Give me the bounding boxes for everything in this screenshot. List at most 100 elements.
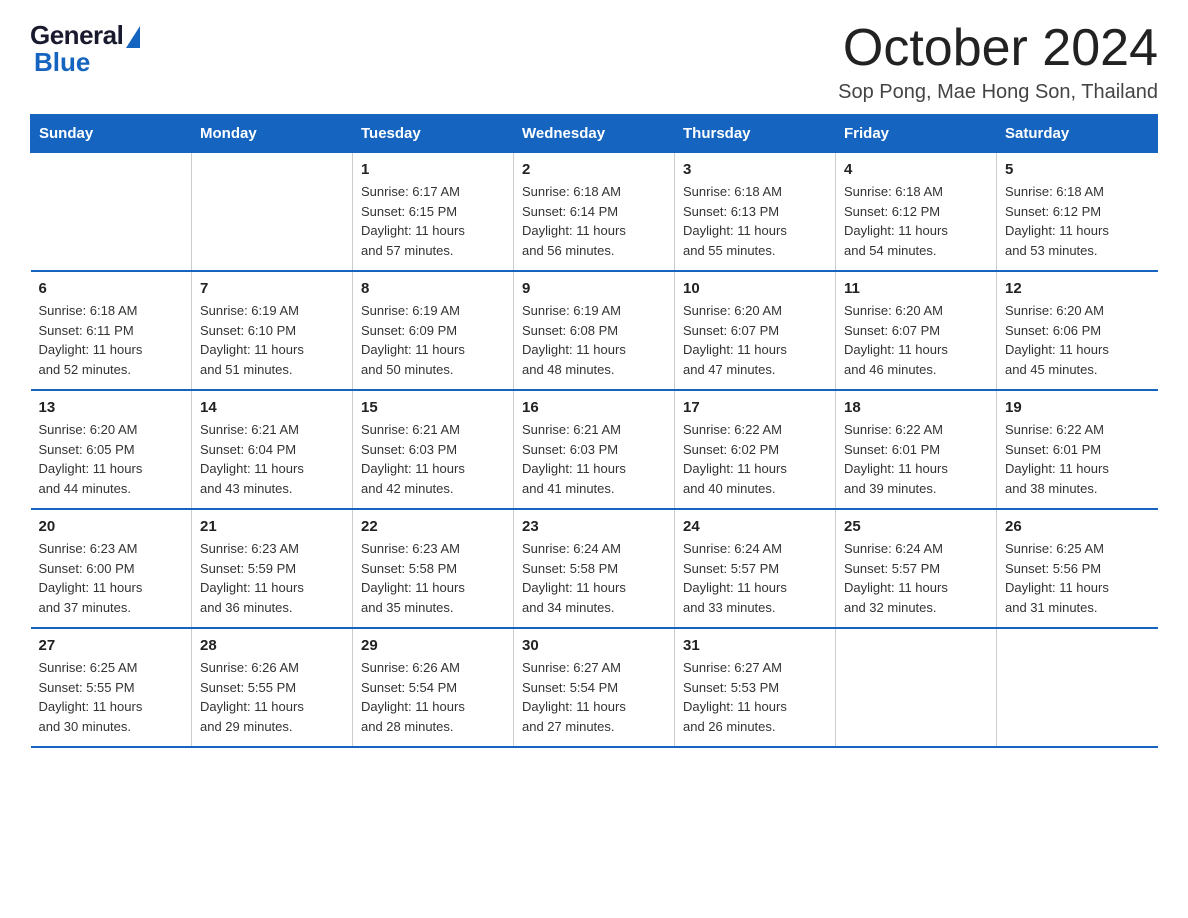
day-detail: Sunrise: 6:18 AM Sunset: 6:12 PM Dayligh… [1005,182,1150,260]
calendar-cell [192,153,353,272]
day-detail: Sunrise: 6:18 AM Sunset: 6:14 PM Dayligh… [522,182,666,260]
day-number: 23 [522,518,666,535]
month-title: October 2024 [838,20,1158,77]
calendar-table: SundayMondayTuesdayWednesdayThursdayFrid… [30,114,1158,748]
weekday-header-friday: Friday [836,115,997,153]
day-detail: Sunrise: 6:19 AM Sunset: 6:10 PM Dayligh… [200,301,344,379]
logo-blue-text: Blue [34,47,90,78]
day-number: 19 [1005,399,1150,416]
day-number: 2 [522,161,666,178]
day-detail: Sunrise: 6:25 AM Sunset: 5:56 PM Dayligh… [1005,539,1150,617]
weekday-header-sunday: Sunday [31,115,192,153]
week-row-2: 6 Sunrise: 6:18 AM Sunset: 6:11 PM Daylig… [31,271,1158,390]
day-number: 29 [361,637,505,654]
day-detail: Sunrise: 6:19 AM Sunset: 6:09 PM Dayligh… [361,301,505,379]
day-number: 31 [683,637,827,654]
day-detail: Sunrise: 6:22 AM Sunset: 6:02 PM Dayligh… [683,420,827,498]
calendar-cell: 3 Sunrise: 6:18 AM Sunset: 6:13 PM Daylig… [675,153,836,272]
calendar-cell: 8 Sunrise: 6:19 AM Sunset: 6:09 PM Daylig… [353,271,514,390]
day-detail: Sunrise: 6:24 AM Sunset: 5:58 PM Dayligh… [522,539,666,617]
day-number: 6 [39,280,184,297]
calendar-cell: 2 Sunrise: 6:18 AM Sunset: 6:14 PM Daylig… [514,153,675,272]
day-detail: Sunrise: 6:27 AM Sunset: 5:54 PM Dayligh… [522,658,666,736]
calendar-cell: 30 Sunrise: 6:27 AM Sunset: 5:54 PM Dayli… [514,628,675,747]
day-number: 21 [200,518,344,535]
weekday-header-row: SundayMondayTuesdayWednesdayThursdayFrid… [31,115,1158,153]
day-detail: Sunrise: 6:24 AM Sunset: 5:57 PM Dayligh… [844,539,988,617]
day-detail: Sunrise: 6:17 AM Sunset: 6:15 PM Dayligh… [361,182,505,260]
day-detail: Sunrise: 6:21 AM Sunset: 6:04 PM Dayligh… [200,420,344,498]
day-detail: Sunrise: 6:23 AM Sunset: 6:00 PM Dayligh… [39,539,184,617]
day-number: 16 [522,399,666,416]
day-number: 28 [200,637,344,654]
day-detail: Sunrise: 6:20 AM Sunset: 6:05 PM Dayligh… [39,420,184,498]
calendar-cell: 12 Sunrise: 6:20 AM Sunset: 6:06 PM Dayli… [997,271,1158,390]
day-detail: Sunrise: 6:20 AM Sunset: 6:07 PM Dayligh… [683,301,827,379]
calendar-cell: 17Sunrise: 6:22 AM Sunset: 6:02 PM Dayli… [675,390,836,509]
day-number: 24 [683,518,827,535]
day-number: 13 [39,399,184,416]
day-number: 9 [522,280,666,297]
day-detail: Sunrise: 6:22 AM Sunset: 6:01 PM Dayligh… [844,420,988,498]
calendar-cell: 15 Sunrise: 6:21 AM Sunset: 6:03 PM Dayli… [353,390,514,509]
week-row-5: 27 Sunrise: 6:25 AM Sunset: 5:55 PM Dayli… [31,628,1158,747]
day-number: 7 [200,280,344,297]
calendar-cell: 25Sunrise: 6:24 AM Sunset: 5:57 PM Dayli… [836,509,997,628]
calendar-cell: 13 Sunrise: 6:20 AM Sunset: 6:05 PM Dayli… [31,390,192,509]
day-number: 27 [39,637,184,654]
day-detail: Sunrise: 6:26 AM Sunset: 5:55 PM Dayligh… [200,658,344,736]
calendar-cell: 20 Sunrise: 6:23 AM Sunset: 6:00 PM Dayli… [31,509,192,628]
calendar-cell: 27 Sunrise: 6:25 AM Sunset: 5:55 PM Dayli… [31,628,192,747]
calendar-cell: 1Sunrise: 6:17 AM Sunset: 6:15 PM Daylig… [353,153,514,272]
day-number: 20 [39,518,184,535]
calendar-cell: 4Sunrise: 6:18 AM Sunset: 6:12 PM Daylig… [836,153,997,272]
day-number: 18 [844,399,988,416]
calendar-cell: 26 Sunrise: 6:25 AM Sunset: 5:56 PM Dayli… [997,509,1158,628]
day-number: 12 [1005,280,1150,297]
day-detail: Sunrise: 6:27 AM Sunset: 5:53 PM Dayligh… [683,658,827,736]
calendar-cell: 24Sunrise: 6:24 AM Sunset: 5:57 PM Dayli… [675,509,836,628]
calendar-cell: 23 Sunrise: 6:24 AM Sunset: 5:58 PM Dayli… [514,509,675,628]
calendar-cell: 11 Sunrise: 6:20 AM Sunset: 6:07 PM Dayli… [836,271,997,390]
day-detail: Sunrise: 6:26 AM Sunset: 5:54 PM Dayligh… [361,658,505,736]
calendar-cell: 22 Sunrise: 6:23 AM Sunset: 5:58 PM Dayli… [353,509,514,628]
title-block: October 2024 Sop Pong, Mae Hong Son, Tha… [838,20,1158,104]
weekday-header-thursday: Thursday [675,115,836,153]
logo-triangle-icon [126,26,140,48]
calendar-cell: 5Sunrise: 6:18 AM Sunset: 6:12 PM Daylig… [997,153,1158,272]
calendar-cell: 7 Sunrise: 6:19 AM Sunset: 6:10 PM Daylig… [192,271,353,390]
day-number: 30 [522,637,666,654]
day-number: 4 [844,161,988,178]
calendar-cell: 14 Sunrise: 6:21 AM Sunset: 6:04 PM Dayli… [192,390,353,509]
logo: General Blue [30,20,140,78]
day-detail: Sunrise: 6:18 AM Sunset: 6:13 PM Dayligh… [683,182,827,260]
calendar-cell [31,153,192,272]
day-detail: Sunrise: 6:20 AM Sunset: 6:07 PM Dayligh… [844,301,988,379]
day-detail: Sunrise: 6:20 AM Sunset: 6:06 PM Dayligh… [1005,301,1150,379]
day-number: 11 [844,280,988,297]
calendar-cell: 31 Sunrise: 6:27 AM Sunset: 5:53 PM Dayli… [675,628,836,747]
weekday-header-wednesday: Wednesday [514,115,675,153]
day-number: 3 [683,161,827,178]
calendar-cell: 6 Sunrise: 6:18 AM Sunset: 6:11 PM Daylig… [31,271,192,390]
day-number: 22 [361,518,505,535]
day-detail: Sunrise: 6:21 AM Sunset: 6:03 PM Dayligh… [361,420,505,498]
day-number: 8 [361,280,505,297]
week-row-1: 1Sunrise: 6:17 AM Sunset: 6:15 PM Daylig… [31,153,1158,272]
day-detail: Sunrise: 6:23 AM Sunset: 5:58 PM Dayligh… [361,539,505,617]
day-number: 26 [1005,518,1150,535]
calendar-cell [997,628,1158,747]
day-number: 14 [200,399,344,416]
location-subtitle: Sop Pong, Mae Hong Son, Thailand [838,81,1158,104]
weekday-header-tuesday: Tuesday [353,115,514,153]
day-detail: Sunrise: 6:25 AM Sunset: 5:55 PM Dayligh… [39,658,184,736]
calendar-cell: 18 Sunrise: 6:22 AM Sunset: 6:01 PM Dayli… [836,390,997,509]
calendar-cell: 9Sunrise: 6:19 AM Sunset: 6:08 PM Daylig… [514,271,675,390]
day-number: 15 [361,399,505,416]
calendar-cell [836,628,997,747]
day-detail: Sunrise: 6:18 AM Sunset: 6:11 PM Dayligh… [39,301,184,379]
calendar-cell: 29 Sunrise: 6:26 AM Sunset: 5:54 PM Dayli… [353,628,514,747]
calendar-cell: 16Sunrise: 6:21 AM Sunset: 6:03 PM Dayli… [514,390,675,509]
week-row-4: 20 Sunrise: 6:23 AM Sunset: 6:00 PM Dayli… [31,509,1158,628]
page-header: General Blue October 2024 Sop Pong, Mae … [30,20,1158,104]
